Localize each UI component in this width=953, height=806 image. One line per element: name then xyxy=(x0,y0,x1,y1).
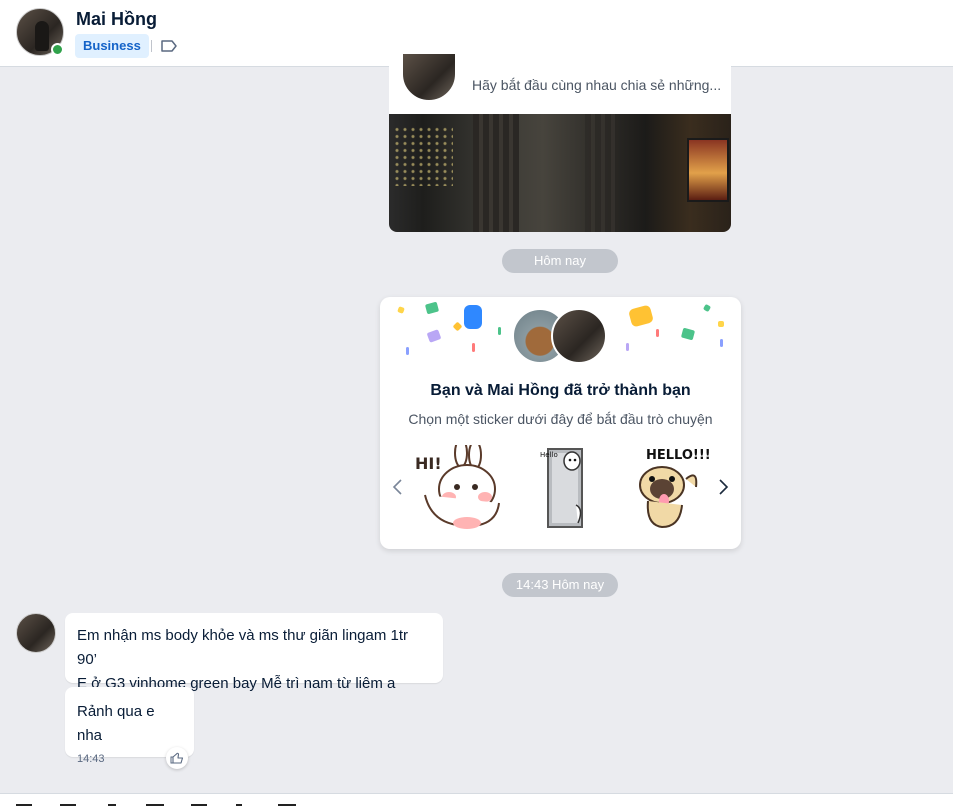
timestamp-separator: 14:43 Hôm nay xyxy=(502,573,618,597)
confetti xyxy=(498,327,501,335)
new-friend-card: Bạn và Mai Hồng đã trở thành bạn Chọn mộ… xyxy=(380,297,741,549)
message-text-line: Em nhận ms body khỏe và ms thư giãn ling… xyxy=(77,627,409,668)
message-text: Rảnh qua e nha xyxy=(77,703,155,744)
contact-name[interactable]: Mai Hồng xyxy=(76,9,157,30)
confetti xyxy=(472,343,475,352)
profile-intro-text: Hãy bắt đầu cùng nhau chia sẻ những... xyxy=(472,77,722,93)
confetti xyxy=(702,303,712,313)
cover-photo-shelf xyxy=(585,114,615,232)
friend-card-subtitle: Chọn một sticker dưới đây để bắt đầu trò… xyxy=(408,411,713,427)
date-separator: Hôm nay xyxy=(502,249,618,273)
cover-photo-tv xyxy=(687,138,729,202)
sender-avatar[interactable] xyxy=(16,613,56,653)
chevron-left-icon[interactable] xyxy=(391,477,405,497)
confetti xyxy=(424,301,440,315)
thumbs-up-chat-bubble xyxy=(464,305,482,329)
bear-hello-door-sticker[interactable]: Hello xyxy=(526,445,616,531)
profile-card[interactable]: Hãy bắt đầu cùng nhau chia sẻ những... xyxy=(389,52,731,232)
confetti xyxy=(406,347,409,355)
online-status-dot xyxy=(51,43,64,56)
confetti xyxy=(656,329,659,337)
sticker-text: Hello xyxy=(540,451,558,459)
sticker-text: HELLO!!! xyxy=(646,448,711,463)
confetti xyxy=(426,329,442,343)
composer-toolbar xyxy=(0,793,953,806)
chat-bubble-sticker xyxy=(628,304,654,328)
confetti xyxy=(397,306,405,314)
message-bubble[interactable]: Em nhận ms body khỏe và ms thư giãn ling… xyxy=(65,613,443,692)
confetti xyxy=(680,327,696,341)
confetti xyxy=(720,339,723,347)
tag-icon[interactable] xyxy=(160,39,178,53)
confetti xyxy=(718,321,724,327)
sticker-text: HI! xyxy=(415,454,442,473)
cover-photo-city-lights xyxy=(393,126,453,186)
thumbs-up-react-icon[interactable] xyxy=(166,747,188,769)
friend-avatar xyxy=(551,308,607,364)
confetti xyxy=(626,343,629,351)
cover-photo-curtain xyxy=(473,114,519,232)
business-badge: Business xyxy=(75,34,149,58)
confetti xyxy=(452,321,463,332)
friend-card-title: Bạn và Mai Hồng đã trở thành bạn xyxy=(430,382,691,399)
pug-hello-sticker[interactable]: HELLO!!! xyxy=(632,445,722,531)
header-divider xyxy=(151,40,152,52)
bunny-hi-sticker[interactable]: HI! xyxy=(413,445,503,531)
